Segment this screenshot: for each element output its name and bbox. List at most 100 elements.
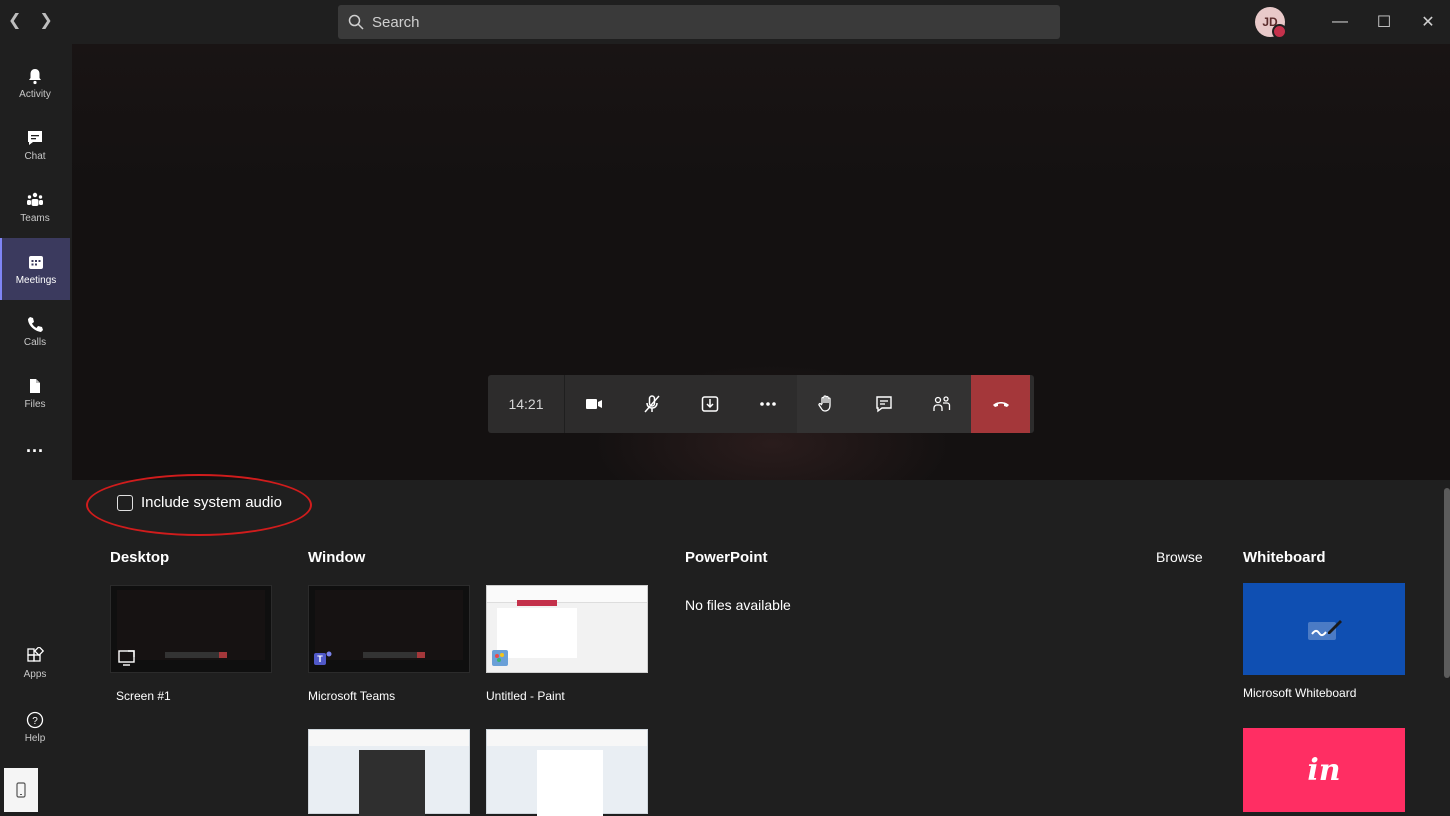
close-icon[interactable]: ✕ [1406, 0, 1450, 44]
paint-app-icon [492, 650, 508, 666]
hand-icon [818, 395, 831, 412]
invision-logo-icon: in [1307, 752, 1341, 788]
teams-window-thumbnail[interactable]: T [308, 585, 470, 673]
chat-icon [28, 130, 42, 145]
rail-label: Activity [19, 88, 51, 100]
rail-label: Files [24, 398, 46, 410]
title-bar: ❮ ❯ Search JD — ☐ ✕ [0, 0, 1450, 44]
rail-item-activity[interactable]: Activity [0, 52, 70, 114]
hang-up-icon [992, 402, 1009, 407]
share-button[interactable] [681, 375, 739, 433]
teams-app-icon: T [314, 651, 332, 665]
window-preview [315, 590, 463, 660]
screen-1-label: Screen #1 [116, 689, 171, 703]
preview-hangup [219, 652, 227, 658]
phone-icon [28, 316, 43, 332]
rail-label: Chat [24, 150, 46, 162]
back-arrow-icon[interactable]: ❮ [8, 10, 21, 32]
screen-1-thumbnail[interactable] [110, 585, 272, 673]
hang-up-button[interactable] [971, 375, 1030, 433]
whiteboard-heading: Whiteboard [1243, 549, 1326, 566]
svg-text:T: T [317, 654, 323, 664]
window-page [359, 750, 425, 816]
participants-button[interactable] [913, 375, 971, 433]
rail-item-more[interactable]: ... [0, 428, 70, 464]
powerpoint-heading: PowerPoint [685, 549, 768, 566]
teams-window-label: Microsoft Teams [308, 689, 396, 703]
rail-item-chat[interactable]: Chat [0, 114, 70, 176]
whiteboard-icon [1308, 620, 1342, 640]
whiteboard-label: Microsoft Whiteboard [1243, 686, 1357, 700]
desktop-heading: Desktop [110, 549, 170, 566]
rail-label: Calls [23, 336, 47, 348]
search-box[interactable]: Search [338, 5, 1060, 39]
conversation-icon [876, 396, 892, 413]
teams-icon [27, 192, 43, 206]
apps-icon [27, 646, 44, 662]
annotation-circle [86, 474, 312, 536]
rail-item-files[interactable]: Files [0, 362, 70, 424]
rail-item-meetings[interactable]: Meetings [0, 238, 70, 300]
share-tray-icon [701, 396, 719, 412]
scrollbar-thumb[interactable] [1444, 488, 1450, 678]
window-thumbnail[interactable] [308, 729, 470, 816]
maximize-icon[interactable]: ☐ [1362, 0, 1406, 44]
paint-window-label: Untitled - Paint [486, 689, 565, 703]
no-files-message: No files available [685, 597, 791, 613]
mute-button[interactable] [623, 375, 681, 433]
paint-color-strip [517, 600, 557, 606]
window-controls: — ☐ ✕ [1318, 0, 1450, 44]
window-ribbon [487, 730, 647, 746]
call-controls: 14:21 [488, 375, 1034, 433]
window-ribbon [309, 730, 469, 746]
more-icon [760, 402, 776, 406]
mobile-device-icon [16, 782, 26, 798]
media-controls [565, 375, 797, 433]
svg-text:?: ? [32, 716, 38, 727]
rail-item-apps[interactable]: Apps [0, 632, 70, 694]
help-icon: ? [26, 711, 44, 728]
paint-ribbon [487, 586, 647, 603]
call-timer: 14:21 [488, 375, 565, 433]
more-icon: ... [25, 435, 44, 456]
window-page [537, 750, 603, 816]
status-dot-icon [1272, 24, 1287, 39]
file-icon [30, 378, 40, 393]
mic-off-icon [644, 395, 660, 413]
rail-item-calls[interactable]: Calls [0, 300, 70, 362]
rail-label: Apps [23, 668, 47, 680]
chat-button[interactable] [855, 375, 913, 433]
preview-hangup [417, 652, 425, 658]
preview-call-bar [363, 652, 423, 658]
people-icon [933, 396, 951, 411]
rail-item-teams[interactable]: Teams [0, 176, 70, 238]
rail-item-help[interactable]: ? Help [0, 696, 70, 758]
raise-hand-button[interactable] [797, 375, 855, 433]
rail-label: Meetings [15, 274, 57, 286]
calendar-icon [29, 255, 43, 269]
camera-icon [586, 399, 602, 409]
rail-item-device[interactable] [4, 768, 38, 812]
avatar[interactable]: JD [1255, 7, 1287, 39]
paint-window-thumbnail[interactable] [486, 585, 648, 673]
minimize-icon[interactable]: — [1318, 0, 1362, 44]
camera-button[interactable] [565, 375, 623, 433]
stage-background [72, 44, 1450, 184]
window-thumbnail[interactable] [486, 729, 648, 816]
more-actions-button[interactable] [739, 375, 797, 433]
window-heading: Window [308, 549, 366, 566]
search-placeholder: Search [372, 13, 420, 31]
forward-arrow-icon[interactable]: ❯ [39, 10, 52, 32]
rail-label: Teams [20, 212, 50, 224]
rail-label: Help [24, 732, 46, 744]
preview-call-bar [165, 652, 225, 658]
app-rail: Activity Chat Teams Meetings Calls Files… [0, 44, 72, 812]
history-nav: ❮ ❯ [8, 10, 53, 32]
bell-icon [29, 68, 41, 84]
screen-preview [117, 590, 265, 660]
microsoft-whiteboard-tile[interactable] [1243, 583, 1405, 675]
invision-tile[interactable]: in [1243, 728, 1405, 812]
browse-link[interactable]: Browse [1156, 549, 1203, 565]
desktop-share-icon [118, 650, 135, 666]
meeting-controls [797, 375, 971, 433]
